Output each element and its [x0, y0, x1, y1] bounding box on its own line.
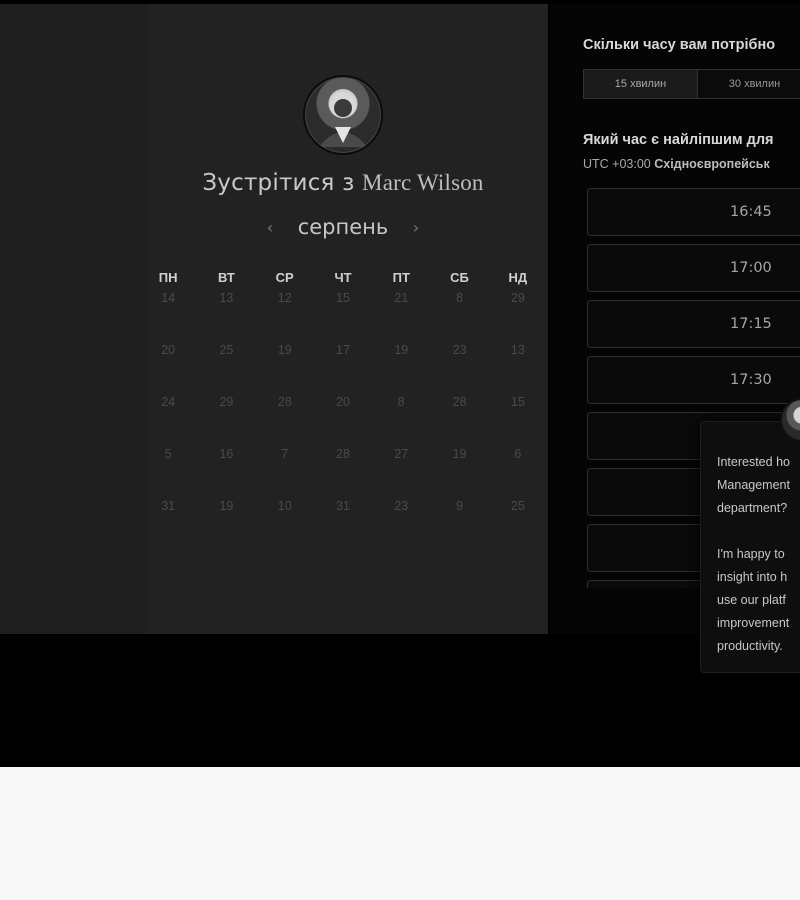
panel-shade — [0, 4, 148, 634]
weekday-label: ЧТ — [334, 270, 352, 285]
chat-message: Interested ho Management department? I'm ha… — [717, 451, 800, 658]
calendar-day[interactable]: 6 — [489, 443, 547, 495]
calendar-day[interactable]: 19 — [197, 495, 255, 547]
calendar-day[interactable]: 16 — [197, 443, 255, 495]
month-navigation: ‹ серпень › — [260, 212, 426, 242]
calendar-week-row: 5 16 7 28 27 19 6 — [139, 443, 547, 495]
chat-message-line: department? — [717, 501, 788, 515]
chat-message-line: productivity. — [717, 639, 783, 653]
calendar-day[interactable]: 15 — [314, 287, 372, 339]
calendar-day[interactable]: 28 — [256, 391, 314, 443]
calendar-day[interactable]: 20 — [139, 339, 197, 391]
time-slot-button[interactable]: 17:00 — [587, 244, 800, 292]
calendar-day[interactable]: 20 — [314, 391, 372, 443]
calendar-day[interactable]: 13 — [197, 287, 255, 339]
scheduler-panel: Зустрітися з Marc Wilson ‹ серпень › ПН … — [0, 4, 548, 634]
calendar-day[interactable]: 8 — [372, 391, 430, 443]
timezone-label[interactable]: UTC +03:00 Східноєвропейськ — [583, 157, 770, 171]
calendar-day[interactable]: 13 — [489, 339, 547, 391]
weekday-label: ВТ — [218, 270, 235, 285]
meeting-title: Зустрітися з Marc Wilson — [140, 170, 546, 196]
calendar-day[interactable]: 28 — [430, 391, 488, 443]
calendar-day[interactable]: 25 — [197, 339, 255, 391]
calendar-days: 14 13 12 15 21 8 29 20 25 19 17 19 23 13 24 29 28 20 8 28 15… — [139, 287, 547, 547]
time-question: Який час є найліпшим для — [583, 132, 774, 148]
calendar-week-row: 14 13 12 15 21 8 29 — [139, 287, 547, 339]
calendar-day[interactable]: 24 — [139, 391, 197, 443]
duration-tabs: 15 хвилин 30 хвилин — [583, 69, 800, 99]
calendar-day[interactable]: 23 — [372, 495, 430, 547]
calendar-day[interactable]: 14 — [139, 287, 197, 339]
chat-message-line: insight into h — [717, 570, 788, 584]
time-slot-button[interactable]: 17:30 — [587, 356, 800, 404]
calendar-day[interactable]: 21 — [372, 287, 430, 339]
calendar-day[interactable]: 19 — [430, 443, 488, 495]
duration-tab-15[interactable]: 15 хвилин — [584, 70, 698, 98]
calendar-day[interactable]: 25 — [489, 495, 547, 547]
chat-message-line: I'm happy to — [717, 547, 785, 561]
duration-question: Скільки часу вам потрібно — [583, 37, 776, 53]
calendar-day[interactable]: 10 — [256, 495, 314, 547]
calendar-day[interactable]: 31 — [314, 495, 372, 547]
person-icon — [319, 92, 367, 147]
timezone-name: Східноєвропейськ — [654, 157, 770, 171]
calendar-day[interactable]: 23 — [430, 339, 488, 391]
calendar-grid: ПН ВТ СР ЧТ ПТ СБ НД 14 13 12 15 21 8 29 20 25 19… — [139, 270, 547, 547]
calendar-day[interactable]: 15 — [489, 391, 547, 443]
calendar-day[interactable]: 28 — [314, 443, 372, 495]
chat-message-line — [717, 520, 800, 543]
calendar-day[interactable]: 29 — [489, 287, 547, 339]
weekday-label: СБ — [450, 270, 469, 285]
chat-message-line: use our platf — [717, 593, 786, 607]
time-slot-button[interactable]: 16:45 — [587, 188, 800, 236]
calendar-day[interactable]: 27 — [372, 443, 430, 495]
calendar-day[interactable]: 19 — [256, 339, 314, 391]
calendar-day[interactable]: 19 — [372, 339, 430, 391]
calendar-day[interactable]: 9 — [430, 495, 488, 547]
chat-message-line: improvement — [717, 616, 790, 630]
calendar-week-row: 31 19 10 31 23 9 25 — [139, 495, 547, 547]
calendar-day[interactable]: 8 — [430, 287, 488, 339]
calendar-day[interactable]: 17 — [314, 339, 372, 391]
calendar-week-row: 20 25 19 17 19 23 13 — [139, 339, 547, 391]
app-window: Зустрітися з Marc Wilson ‹ серпень › ПН … — [0, 0, 800, 767]
calendar-day[interactable]: 29 — [197, 391, 255, 443]
meeting-title-prefix: Зустрітися з — [202, 170, 355, 196]
calendar-day[interactable]: 12 — [256, 287, 314, 339]
chevron-left-icon[interactable]: ‹ — [260, 218, 280, 237]
host-avatar — [303, 75, 383, 155]
weekday-label: ПН — [158, 270, 178, 285]
weekday-label: НД — [508, 270, 528, 285]
calendar-week-row: 24 29 28 20 8 28 15 — [139, 391, 547, 443]
weekday-label: ПТ — [392, 270, 410, 285]
chat-message-line: Interested ho — [717, 455, 790, 469]
weekday-label: СР — [275, 270, 294, 285]
calendar-day[interactable]: 7 — [256, 443, 314, 495]
weekday-header: ПН ВТ СР ЧТ ПТ СБ НД — [139, 270, 547, 285]
calendar-day[interactable]: 31 — [139, 495, 197, 547]
chat-message-line: Management — [717, 478, 790, 492]
chevron-right-icon[interactable]: › — [406, 218, 426, 237]
timezone-offset: UTC +03:00 — [583, 157, 651, 171]
host-name: Marc Wilson — [362, 170, 484, 195]
time-slot-button[interactable]: 17:15 — [587, 300, 800, 348]
month-label: серпень — [297, 215, 389, 239]
duration-tab-30[interactable]: 30 хвилин — [698, 70, 800, 98]
calendar-day[interactable]: 5 — [139, 443, 197, 495]
